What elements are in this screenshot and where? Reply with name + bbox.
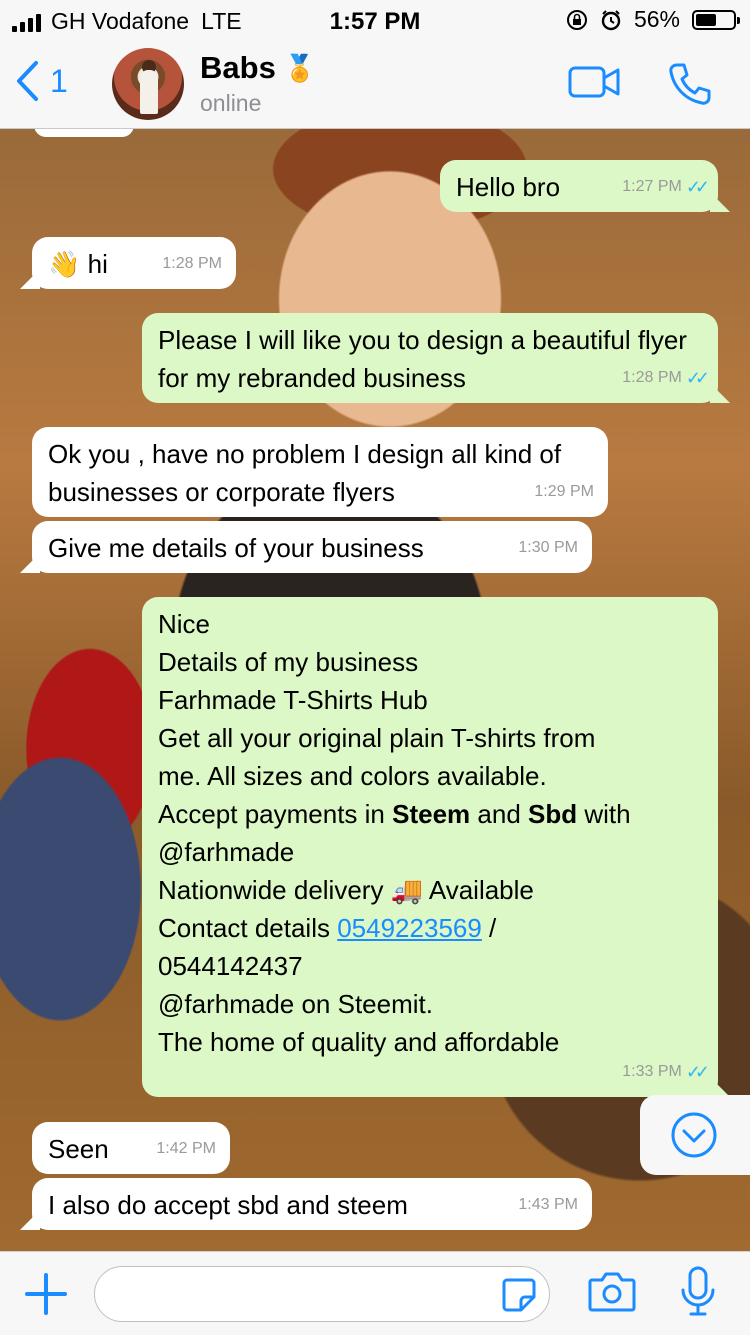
sticker-icon [502, 1278, 536, 1312]
read-receipt-icon: ✓✓ [685, 177, 710, 197]
back-button[interactable]: 1 [14, 60, 68, 102]
medal-icon: 🏅 [283, 52, 317, 83]
phone-number-link[interactable]: 0549223569 [337, 913, 482, 943]
message-text: I also do accept sbd and steem [48, 1190, 408, 1220]
alarm-icon [601, 9, 621, 30]
message-line: The home of quality and affordable [158, 1027, 560, 1057]
message-time: 1:28 PM [162, 255, 222, 272]
battery-icon [692, 9, 740, 30]
message-line: Details of my business [158, 647, 419, 677]
read-receipt-icon: ✓✓ [685, 1062, 710, 1082]
contact-info-button[interactable]: Babs 🏅 [200, 50, 316, 86]
message-bubble[interactable]: Give me details of your business 1:30 PM [32, 521, 592, 573]
message-bubble[interactable]: Ok you , have no problem I design all ki… [32, 427, 608, 517]
message-line: @farhmade on Steemit. [158, 989, 433, 1019]
message-input[interactable] [94, 1266, 550, 1322]
message-line: Nice [158, 609, 211, 639]
scroll-to-bottom-button[interactable] [640, 1095, 750, 1175]
video-call-icon [568, 66, 620, 98]
message-line: Accept payments in Steem and Sbd with [158, 799, 631, 829]
contact-name: Babs [200, 50, 276, 85]
battery-percent: 56% [633, 6, 680, 32]
scroll-down-icon [671, 1112, 717, 1158]
read-receipt-icon: ✓✓ [685, 368, 710, 388]
camera-button[interactable] [588, 1270, 636, 1317]
message-text: hi [87, 249, 108, 279]
message-time: 1:43 PM [518, 1196, 578, 1213]
message-bubble[interactable]: 👋 hi 1:28 PM [32, 237, 236, 289]
voice-message-button[interactable] [680, 1266, 716, 1323]
video-call-button[interactable] [568, 64, 620, 105]
message-text: Hello bro [456, 172, 561, 202]
avatar[interactable] [112, 48, 184, 120]
message-time: 1:33 PM [622, 1063, 682, 1080]
partial-message [34, 129, 134, 137]
message-line: Contact details 0549223569 / [158, 913, 497, 943]
truck-emoji: 🚚 [390, 875, 424, 905]
camera-icon [588, 1272, 636, 1312]
message-bubble[interactable]: Seen 1:42 PM [32, 1122, 230, 1174]
message-time: 1:29 PM [534, 483, 594, 500]
chevron-left-icon [17, 61, 38, 101]
message-line: Get all your original plain T-shirts fro… [158, 723, 596, 753]
message-line: 0544142437 [158, 951, 303, 981]
message-list[interactable]: Hello bro 1:27 PM ✓✓ 👋 hi 1:28 PM Please … [0, 129, 750, 1251]
message-line: Farhmade T-Shirts Hub [158, 685, 428, 715]
phone-icon [669, 63, 711, 105]
microphone-icon [681, 1266, 715, 1316]
message-bubble[interactable]: I also do accept sbd and steem 1:43 PM [32, 1178, 592, 1230]
message-text: Seen [48, 1134, 109, 1164]
message-time: 1:28 PM [622, 369, 682, 386]
message-text: Nice Details of my business Farhmade T-S… [158, 605, 702, 1061]
message-text: Ok you , have no problem I design all ki… [48, 439, 562, 507]
chat-header: 1 Babs 🏅 online [0, 40, 750, 129]
message-bubble[interactable]: Please I will like you to design a beaut… [142, 313, 718, 403]
message-line: me. All sizes and colors available. [158, 761, 547, 791]
status-bar: GH Vodafone LTE 1:57 PM 56% [0, 0, 750, 40]
sticker-button[interactable] [501, 1277, 537, 1318]
message-text: Please I will like you to design a beaut… [158, 325, 687, 393]
wave-emoji: 👋 [48, 249, 81, 279]
message-text: Give me details of your business [48, 533, 424, 563]
message-time: 1:30 PM [518, 539, 578, 556]
contact-status: online [200, 90, 262, 116]
message-time: 1:42 PM [156, 1140, 216, 1157]
message-line: Nationwide delivery 🚚 Available [158, 875, 534, 905]
orientation-lock-icon [566, 9, 587, 30]
message-bubble[interactable]: Nice Details of my business Farhmade T-S… [142, 597, 718, 1097]
message-bubble[interactable]: Hello bro 1:27 PM ✓✓ [440, 160, 718, 212]
plus-icon [25, 1273, 67, 1315]
message-line: @farhmade [158, 837, 295, 867]
unread-count: 1 [50, 62, 68, 99]
voice-call-button[interactable] [668, 62, 712, 111]
compose-bar [0, 1251, 750, 1335]
message-time: 1:27 PM [622, 178, 682, 195]
attach-button[interactable] [24, 1272, 68, 1321]
